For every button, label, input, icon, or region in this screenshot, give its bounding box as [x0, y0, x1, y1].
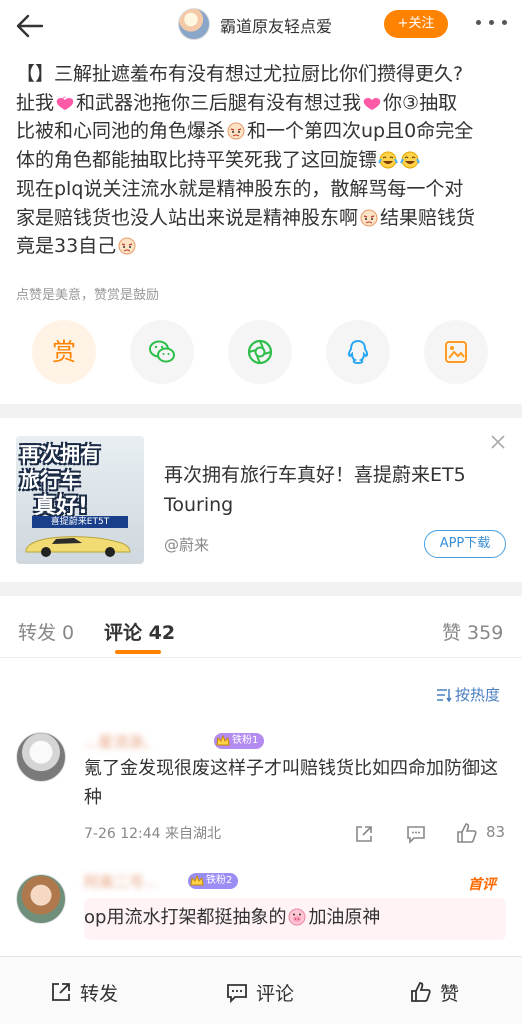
laugh-cry-emoji [400, 149, 420, 169]
post-text: 现在plq说关注流水就是精神股东的，散解骂每一个对 [16, 177, 464, 200]
reply-icon[interactable] [406, 824, 426, 844]
follow-button[interactable]: +关注 [384, 10, 448, 38]
comment-label: 评论 [256, 983, 295, 1005]
commenter-avatar[interactable] [16, 732, 66, 782]
app-download-button[interactable]: APP下载 [424, 530, 506, 558]
commenter-name[interactable]: ...星流浪、 [84, 731, 158, 752]
laugh-cry-emoji [378, 149, 398, 169]
comment-text-part: op用流水打架都挺抽象的 [84, 907, 287, 928]
angry-emoji [117, 235, 137, 255]
moments-icon [247, 339, 273, 365]
comment-location: 来自湖北 [165, 826, 222, 842]
sort-label: 按热度 [455, 686, 501, 704]
thumb-up-icon[interactable] [456, 822, 478, 844]
first-comment-tag: 首评 [468, 877, 496, 893]
back-arrow-icon[interactable] [12, 8, 48, 44]
ad-thumb-text: 喜提蔚来ET5T [32, 516, 128, 528]
heart-emoji [55, 92, 75, 110]
share-moments-button[interactable] [228, 320, 292, 384]
section-divider [0, 582, 522, 596]
post-text: 结果赔钱货 [380, 206, 476, 229]
ad-card[interactable]: 再次拥有 旅行车 真好! 喜提蔚来ET5T 再次拥有旅行车真好！喜提蔚来ET5 … [0, 420, 522, 580]
post-text: 家是赔钱货也没人站出来说是精神股东啊 [16, 206, 359, 229]
comment-icon [227, 984, 247, 1003]
comment-text-part: 加油原神 [308, 907, 381, 928]
wechat-icon [149, 340, 175, 363]
author-name[interactable]: 霸道原友轻点爱 [220, 13, 332, 37]
comment-button[interactable]: 评论 [227, 979, 295, 1006]
repost-label: 转发 [80, 983, 119, 1005]
ad-thumbnail[interactable]: 再次拥有 旅行车 真好! 喜提蔚来ET5T [16, 436, 144, 564]
post-text: 和武器池拖你三后腿有没有想过我 [76, 91, 362, 114]
tab-bar: 转发 0 评论 42 赞 359 [0, 600, 522, 658]
tab-likes[interactable]: 赞 359 [442, 618, 503, 645]
save-image-icon [445, 341, 467, 363]
pig-emoji [287, 906, 307, 926]
repost-button[interactable]: 转发 [52, 979, 119, 1006]
post-text: 和一个第四次up且0命完全 [247, 120, 474, 143]
post-text: 扯我 [16, 91, 55, 114]
fan-badge: 铁粉1 [214, 733, 265, 749]
tab-comments[interactable]: 评论 42 [104, 618, 175, 645]
section-divider [0, 404, 522, 418]
commenter-avatar[interactable] [16, 874, 66, 924]
author-avatar[interactable] [178, 8, 210, 40]
fan-badge: 铁粉2 [188, 873, 239, 889]
comment-like-count: 83 [486, 823, 506, 841]
thumb-up-icon [411, 982, 431, 1002]
post-text: 体的角色都能抽取比持平笑死我了这回旋镖 [16, 149, 378, 172]
comment-meta: 7-26 12:44 来自湖北 [84, 823, 221, 843]
top-nav-bar: 霸道原友轻点爱 +关注 [0, 0, 522, 52]
share-qq-button[interactable] [326, 320, 390, 384]
tab-repost[interactable]: 转发 0 [18, 618, 74, 645]
post-text: 竟是33自己 [16, 235, 117, 258]
share-icon [52, 983, 70, 1001]
crown-icon [190, 874, 204, 886]
fan-badge-label: 铁粉2 [206, 875, 233, 886]
fan-badge-label: 铁粉1 [232, 735, 259, 746]
ad-source[interactable]: @蔚来 [164, 534, 209, 555]
reward-button[interactable]: 赏 [32, 320, 96, 384]
share-row: 赏 [0, 320, 522, 386]
ad-title[interactable]: 再次拥有旅行车真好！喜提蔚来ET5 Touring [164, 460, 504, 520]
active-tab-indicator [115, 650, 161, 654]
share-icon[interactable] [354, 824, 374, 844]
heart-emoji [362, 92, 382, 110]
commenter-name[interactable]: 阿离二号... [84, 871, 158, 892]
post-text: 比被和心同池的角色爆杀 [16, 120, 226, 143]
like-button[interactable]: 赞 [411, 979, 460, 1006]
post-body: 【】三解扯遮羞布有没有想过尤拉厨比你们攒得更久? 扯我 和武器池拖你三后腿有没有想… [16, 60, 510, 261]
reward-hint: 点赞是美意，赞赏是鼓励 [16, 288, 160, 303]
reward-label: 赏 [52, 338, 76, 366]
post-text: 你③抽取 [383, 91, 458, 114]
post-text: 【】三解扯遮羞布有没有想过尤拉厨比你们攒得更久? [16, 63, 464, 85]
comment-time: 7-26 12:44 [84, 826, 161, 842]
qq-icon [347, 339, 369, 365]
more-icon[interactable] [476, 20, 510, 28]
crown-icon [216, 734, 230, 746]
bottom-action-bar: 转发 评论 赞 [0, 956, 522, 1024]
angry-emoji [359, 207, 379, 227]
like-label: 赞 [440, 983, 460, 1005]
comment-text: op用流水打架都挺抽象的 加油原神 [84, 903, 380, 932]
save-image-button[interactable] [424, 320, 488, 384]
ad-thumb-text: 再次拥有 [20, 442, 100, 466]
comment-text: 氪了金发现很废这样子才叫赔钱货比如四命加防御这种 [84, 758, 498, 808]
close-icon[interactable] [490, 434, 506, 450]
share-wechat-button[interactable] [130, 320, 194, 384]
sort-icon [437, 689, 452, 703]
car-image [25, 536, 131, 557]
angry-emoji [226, 120, 246, 140]
sort-by-hot-button[interactable]: 按热度 [436, 684, 500, 705]
